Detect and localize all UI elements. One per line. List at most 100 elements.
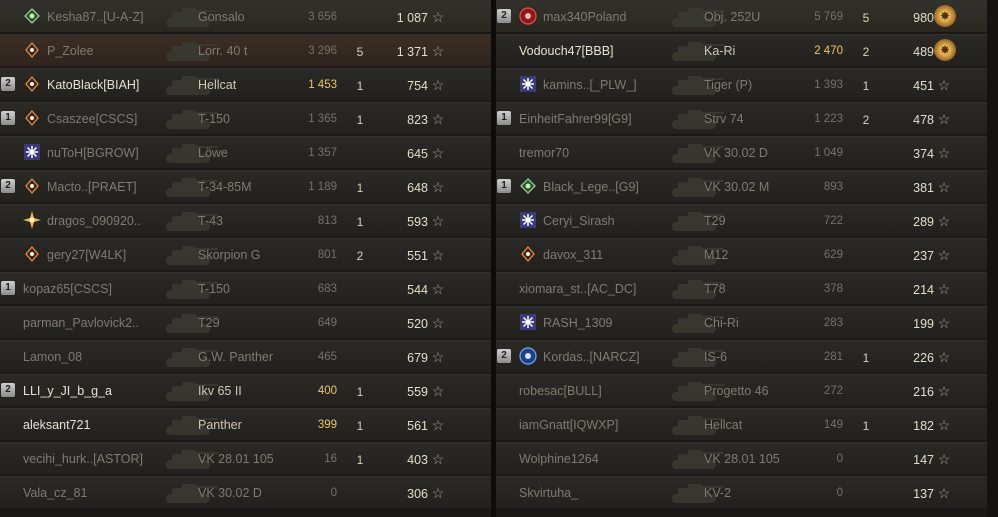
damage-value: 1 371 bbox=[396, 45, 428, 59]
star-icon[interactable]: ☆ bbox=[936, 383, 952, 400]
star-icon[interactable]: ☆ bbox=[430, 43, 446, 60]
star-icon[interactable]: ☆ bbox=[430, 9, 446, 26]
player-row[interactable]: 2 KatoBlack[BIAH] Hellcat 1 453 1 754 ☆ bbox=[0, 68, 491, 100]
orange-diamond-icon bbox=[23, 75, 41, 93]
player-name: Skvirtuha_ bbox=[519, 486, 579, 500]
tank-name: T-150 bbox=[198, 282, 230, 296]
player-row[interactable]: P_Zolee Lorr. 40 t 3 296 5 1 371 ☆ bbox=[0, 34, 491, 66]
player-row[interactable]: 1 Csaszee[CSCS] T-150 1 365 1 823 ☆ bbox=[0, 102, 491, 134]
damage-value: 551 bbox=[407, 249, 428, 263]
experience-value: 0 bbox=[836, 453, 843, 465]
star-icon[interactable]: ☆ bbox=[430, 485, 446, 502]
tank-name: Obj. 252U bbox=[704, 10, 761, 24]
platoon-badge: 2 bbox=[1, 383, 15, 397]
player-row[interactable]: xiomara_st..[AC_DC] T78 378 214 ☆ bbox=[496, 272, 987, 304]
tank-name: Tiger (P) bbox=[704, 78, 753, 92]
damage-value: 182 bbox=[913, 419, 934, 433]
player-row[interactable]: 2 max340Poland Obj. 252U 5 769 5 980 ✸ bbox=[496, 0, 987, 32]
star-icon[interactable]: ☆ bbox=[936, 213, 952, 230]
star-icon[interactable]: ☆ bbox=[936, 145, 952, 162]
player-row[interactable]: kamins..[_PLW_] Tiger (P) 1 393 1 451 ☆ bbox=[496, 68, 987, 100]
star-icon[interactable]: ☆ bbox=[430, 315, 446, 332]
tank-name: VK 28.01 105 bbox=[704, 452, 780, 466]
star-icon[interactable]: ☆ bbox=[430, 111, 446, 128]
player-row[interactable]: 2 Kordas..[NARCZ] IS-6 281 1 226 ☆ bbox=[496, 340, 987, 372]
damage-value: 544 bbox=[407, 283, 428, 297]
star-icon[interactable]: ☆ bbox=[430, 451, 446, 468]
player-row[interactable]: robesac[BULL] Progetto 46 272 216 ☆ bbox=[496, 374, 987, 406]
star-icon[interactable]: ☆ bbox=[936, 417, 952, 434]
star-icon[interactable]: ☆ bbox=[936, 179, 952, 196]
player-row[interactable]: Vala_cz_81 VK 30.02 D 0 306 ☆ bbox=[0, 476, 491, 508]
tank-name: Hellcat bbox=[198, 78, 237, 92]
player-row[interactable]: aleksant721 Panther 399 1 561 ☆ bbox=[0, 408, 491, 440]
player-row[interactable]: Vodouch47[BBB] Ka-Ri 2 470 2 489 ✸ bbox=[496, 34, 987, 66]
damage-value: 648 bbox=[407, 181, 428, 195]
player-row[interactable]: Wolphine1264 VK 28.01 105 0 147 ☆ bbox=[496, 442, 987, 474]
star-icon[interactable]: ☆ bbox=[430, 417, 446, 434]
player-row[interactable]: 2 LLI_y_JI_b_g_a Ikv 65 II 400 1 559 ☆ bbox=[0, 374, 491, 406]
medal-icon[interactable]: ✸ bbox=[934, 39, 956, 61]
star-icon[interactable]: ☆ bbox=[936, 247, 952, 264]
player-row[interactable]: 1 EinheitFahrer99[G9] Strv 74 1 223 2 478 ☆ bbox=[496, 102, 987, 134]
experience-value: 149 bbox=[823, 419, 843, 431]
star-icon[interactable]: ☆ bbox=[936, 451, 952, 468]
player-row[interactable]: dragos_090920.. T-43 813 1 593 ☆ bbox=[0, 204, 491, 236]
player-row[interactable]: nuToH[BGROW] Löwe 1 357 645 ☆ bbox=[0, 136, 491, 168]
player-name: tremor70 bbox=[519, 146, 570, 160]
snowflake-icon bbox=[519, 313, 537, 331]
star-icon[interactable]: ☆ bbox=[430, 145, 446, 162]
kills-count: 5 bbox=[862, 11, 870, 25]
player-name: nuToH[BGROW] bbox=[47, 146, 139, 160]
player-row[interactable]: tremor70 VK 30.02 D 1 049 374 ☆ bbox=[496, 136, 987, 168]
star-icon[interactable]: ☆ bbox=[936, 315, 952, 332]
player-row[interactable]: iamGnatt[IQWXP] Hellcat 149 1 182 ☆ bbox=[496, 408, 987, 440]
tank-name: T29 bbox=[704, 214, 726, 228]
player-row[interactable]: 1 kopaz65[CSCS] T-150 683 544 ☆ bbox=[0, 272, 491, 304]
star-icon[interactable]: ☆ bbox=[936, 281, 952, 298]
damage-value: 214 bbox=[913, 283, 934, 297]
platoon-badge: 2 bbox=[1, 77, 15, 91]
experience-value: 722 bbox=[823, 215, 843, 227]
player-row[interactable]: RASH_1309 Chi-Ri 283 199 ☆ bbox=[496, 306, 987, 338]
star-icon[interactable]: ☆ bbox=[430, 247, 446, 264]
experience-value: 399 bbox=[317, 419, 337, 431]
snowflake-icon bbox=[519, 75, 537, 93]
tank-name: M12 bbox=[704, 248, 729, 262]
player-row[interactable]: Ceryi_Sirash T29 722 289 ☆ bbox=[496, 204, 987, 236]
star-icon[interactable]: ☆ bbox=[936, 111, 952, 128]
kills-count: 1 bbox=[356, 181, 364, 195]
player-row[interactable]: Kesha87..[U-A-Z] Gonsalo 3 656 1 087 ☆ bbox=[0, 0, 491, 32]
player-name: dragos_090920.. bbox=[47, 214, 141, 228]
experience-value: 0 bbox=[836, 487, 843, 499]
star-icon[interactable]: ☆ bbox=[936, 485, 952, 502]
star-icon[interactable]: ☆ bbox=[430, 349, 446, 366]
player-row[interactable]: Skvirtuha_ KV-2 0 137 ☆ bbox=[496, 476, 987, 508]
star-icon[interactable]: ☆ bbox=[430, 213, 446, 230]
player-row[interactable]: gery27[W4LK] Skorpion G 801 2 551 ☆ bbox=[0, 238, 491, 270]
star-icon[interactable]: ☆ bbox=[430, 77, 446, 94]
experience-value: 272 bbox=[823, 385, 843, 397]
damage-value: 754 bbox=[407, 79, 428, 93]
star-icon[interactable]: ☆ bbox=[430, 281, 446, 298]
star-icon[interactable]: ☆ bbox=[430, 383, 446, 400]
player-row[interactable]: vecihi_hurk..[ASTOR] VK 28.01 105 16 1 403 ☆ bbox=[0, 442, 491, 474]
tank-name: VK 28.01 105 bbox=[198, 452, 274, 466]
player-row[interactable]: 2 Macto..[PRAET] T-34-85M 1 189 1 648 ☆ bbox=[0, 170, 491, 202]
tank-name: Progetto 46 bbox=[704, 384, 769, 398]
player-row[interactable]: davox_311 M12 629 237 ☆ bbox=[496, 238, 987, 270]
star-icon[interactable]: ☆ bbox=[936, 349, 952, 366]
player-name: Kordas..[NARCZ] bbox=[543, 350, 640, 364]
damage-value: 199 bbox=[913, 317, 934, 331]
star-icon[interactable]: ☆ bbox=[936, 77, 952, 94]
platoon-badge: 2 bbox=[1, 179, 15, 193]
player-row[interactable]: 1 Black_Lege..[G9] VK 30.02 M 893 381 ☆ bbox=[496, 170, 987, 202]
player-row[interactable]: parman_Pavlovick2.. T29 649 520 ☆ bbox=[0, 306, 491, 338]
experience-value: 801 bbox=[317, 249, 337, 261]
player-name: LLI_y_JI_b_g_a bbox=[23, 384, 112, 398]
damage-value: 147 bbox=[913, 453, 934, 467]
medal-icon[interactable]: ✸ bbox=[934, 5, 956, 27]
player-name: Black_Lege..[G9] bbox=[543, 180, 639, 194]
star-icon[interactable]: ☆ bbox=[430, 179, 446, 196]
player-row[interactable]: Lamon_08 G.W. Panther 465 679 ☆ bbox=[0, 340, 491, 372]
